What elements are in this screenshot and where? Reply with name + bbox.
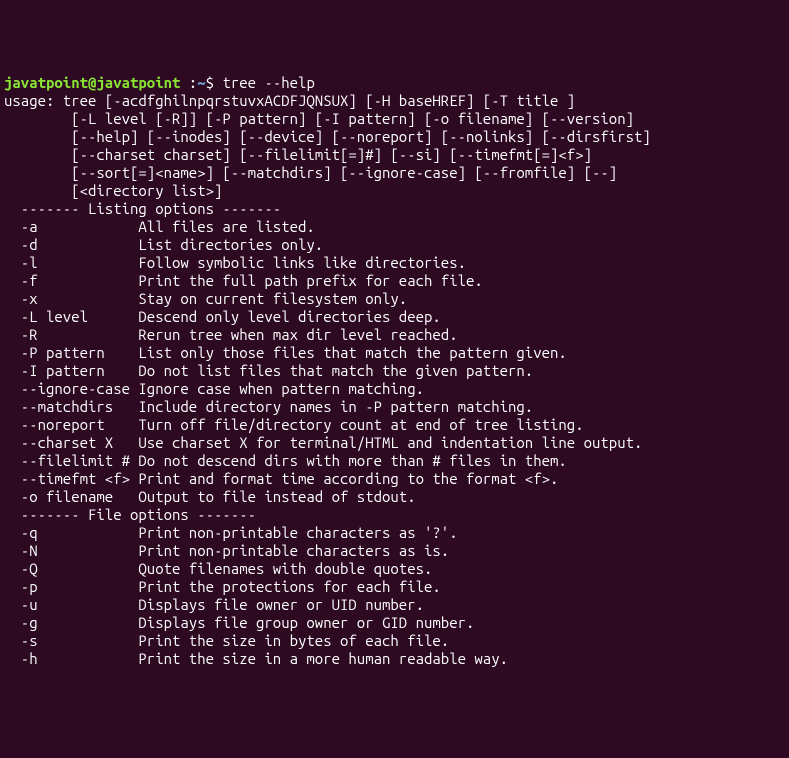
option-desc: Stay on current filesystem only.	[138, 290, 407, 307]
option-desc: Ignore case when pattern matching.	[138, 380, 424, 397]
option-flag: -l	[4, 254, 138, 271]
option-desc: Print the size in a more human readable …	[138, 650, 508, 667]
option-desc: Print non-printable characters as is.	[138, 542, 449, 559]
option-flag: -x	[4, 290, 138, 307]
option-line: -l Follow symbolic links like directorie…	[4, 254, 785, 272]
option-desc: Quote filenames with double quotes.	[138, 560, 432, 577]
option-desc: All files are listed.	[138, 218, 314, 235]
option-flag: -o filename	[4, 488, 138, 505]
option-flag: -a	[4, 218, 138, 235]
usage-line: [--help] [--inodes] [--device] [--norepo…	[4, 128, 785, 146]
option-desc: List directories only.	[138, 236, 323, 253]
option-line: -R Rerun tree when max dir level reached…	[4, 326, 785, 344]
option-flag: -q	[4, 524, 138, 541]
section-header: ------- Listing options -------	[4, 200, 785, 218]
option-desc: Use charset X for terminal/HTML and inde…	[138, 434, 642, 451]
option-flag: -P pattern	[4, 344, 138, 361]
option-line: -I pattern Do not list files that match …	[4, 362, 785, 380]
option-desc: Do not descend dirs with more than # fil…	[138, 452, 566, 469]
option-flag: --filelimit #	[4, 452, 138, 469]
option-line: -s Print the size in bytes of each file.	[4, 632, 785, 650]
option-line: -P pattern List only those files that ma…	[4, 344, 785, 362]
option-line: -L level Descend only level directories …	[4, 308, 785, 326]
usage-line: usage: tree [-acdfghilnpqrstuvxACDFJQNSU…	[4, 92, 785, 110]
option-line: -p Print the protections for each file.	[4, 578, 785, 596]
usage-line: [-L level [-R]] [-P pattern] [-I pattern…	[4, 110, 785, 128]
section-header: ------- File options -------	[4, 506, 785, 524]
option-flag: -s	[4, 632, 138, 649]
option-desc: Print the size in bytes of each file.	[138, 632, 449, 649]
option-flag: -h	[4, 650, 138, 667]
option-desc: Do not list files that match the given p…	[138, 362, 533, 379]
option-line: --matchdirs Include directory names in -…	[4, 398, 785, 416]
option-line: -o filename Output to file instead of st…	[4, 488, 785, 506]
option-line: --charset X Use charset X for terminal/H…	[4, 434, 785, 452]
option-flag: --timefmt <f>	[4, 470, 138, 487]
option-flag: -d	[4, 236, 138, 253]
option-desc: Descend only level directories deep.	[138, 308, 440, 325]
option-flag: -g	[4, 614, 138, 631]
option-desc: Print the protections for each file.	[138, 578, 440, 595]
option-desc: Print and format time according to the f…	[138, 470, 558, 487]
option-line: -g Displays file group owner or GID numb…	[4, 614, 785, 632]
option-flag: --noreport	[4, 416, 138, 433]
option-desc: Output to file instead of stdout.	[138, 488, 415, 505]
option-flag: -f	[4, 272, 138, 289]
option-desc: Print the full path prefix for each file…	[138, 272, 482, 289]
option-line: -q Print non-printable characters as '?'…	[4, 524, 785, 542]
option-line: -a All files are listed.	[4, 218, 785, 236]
option-desc: Follow symbolic links like directories.	[138, 254, 466, 271]
option-line: --timefmt <f> Print and format time acco…	[4, 470, 785, 488]
prompt-suffix: $	[206, 74, 223, 91]
option-desc: Turn off file/directory count at end of …	[138, 416, 583, 433]
option-flag: -Q	[4, 560, 138, 577]
option-flag: -R	[4, 326, 138, 343]
option-line: -d List directories only.	[4, 236, 785, 254]
command-input[interactable]: tree --help	[222, 74, 314, 91]
option-flag: --ignore-case	[4, 380, 138, 397]
prompt-sep: :	[180, 74, 197, 91]
usage-line: [--sort[=]<name>] [--matchdirs] [--ignor…	[4, 164, 785, 182]
option-line: -N Print non-printable characters as is.	[4, 542, 785, 560]
option-line: -Q Quote filenames with double quotes.	[4, 560, 785, 578]
prompt-user-host: javatpoint@javatpoint	[4, 74, 180, 91]
option-line: --filelimit # Do not descend dirs with m…	[4, 452, 785, 470]
option-line: -x Stay on current filesystem only.	[4, 290, 785, 308]
option-flag: -N	[4, 542, 138, 559]
option-desc: Displays file group owner or GID number.	[138, 614, 474, 631]
option-flag: --matchdirs	[4, 398, 138, 415]
option-line: --ignore-case Ignore case when pattern m…	[4, 380, 785, 398]
option-flag: -L level	[4, 308, 138, 325]
prompt-path: ~	[197, 74, 205, 91]
option-desc: List only those files that match the pat…	[138, 344, 566, 361]
option-desc: Rerun tree when max dir level reached.	[138, 326, 457, 343]
usage-line: [<directory list>]	[4, 182, 785, 200]
option-flag: --charset X	[4, 434, 138, 451]
option-line: --noreport Turn off file/directory count…	[4, 416, 785, 434]
option-line: -f Print the full path prefix for each f…	[4, 272, 785, 290]
option-desc: Print non-printable characters as '?'.	[138, 524, 457, 541]
option-flag: -p	[4, 578, 138, 595]
prompt-line[interactable]: javatpoint@javatpoint :~$ tree --help	[4, 74, 785, 92]
usage-line: [--charset charset] [--filelimit[=]#] [-…	[4, 146, 785, 164]
option-flag: -I pattern	[4, 362, 138, 379]
option-desc: Include directory names in -P pattern ma…	[138, 398, 533, 415]
option-line: -h Print the size in a more human readab…	[4, 650, 785, 668]
